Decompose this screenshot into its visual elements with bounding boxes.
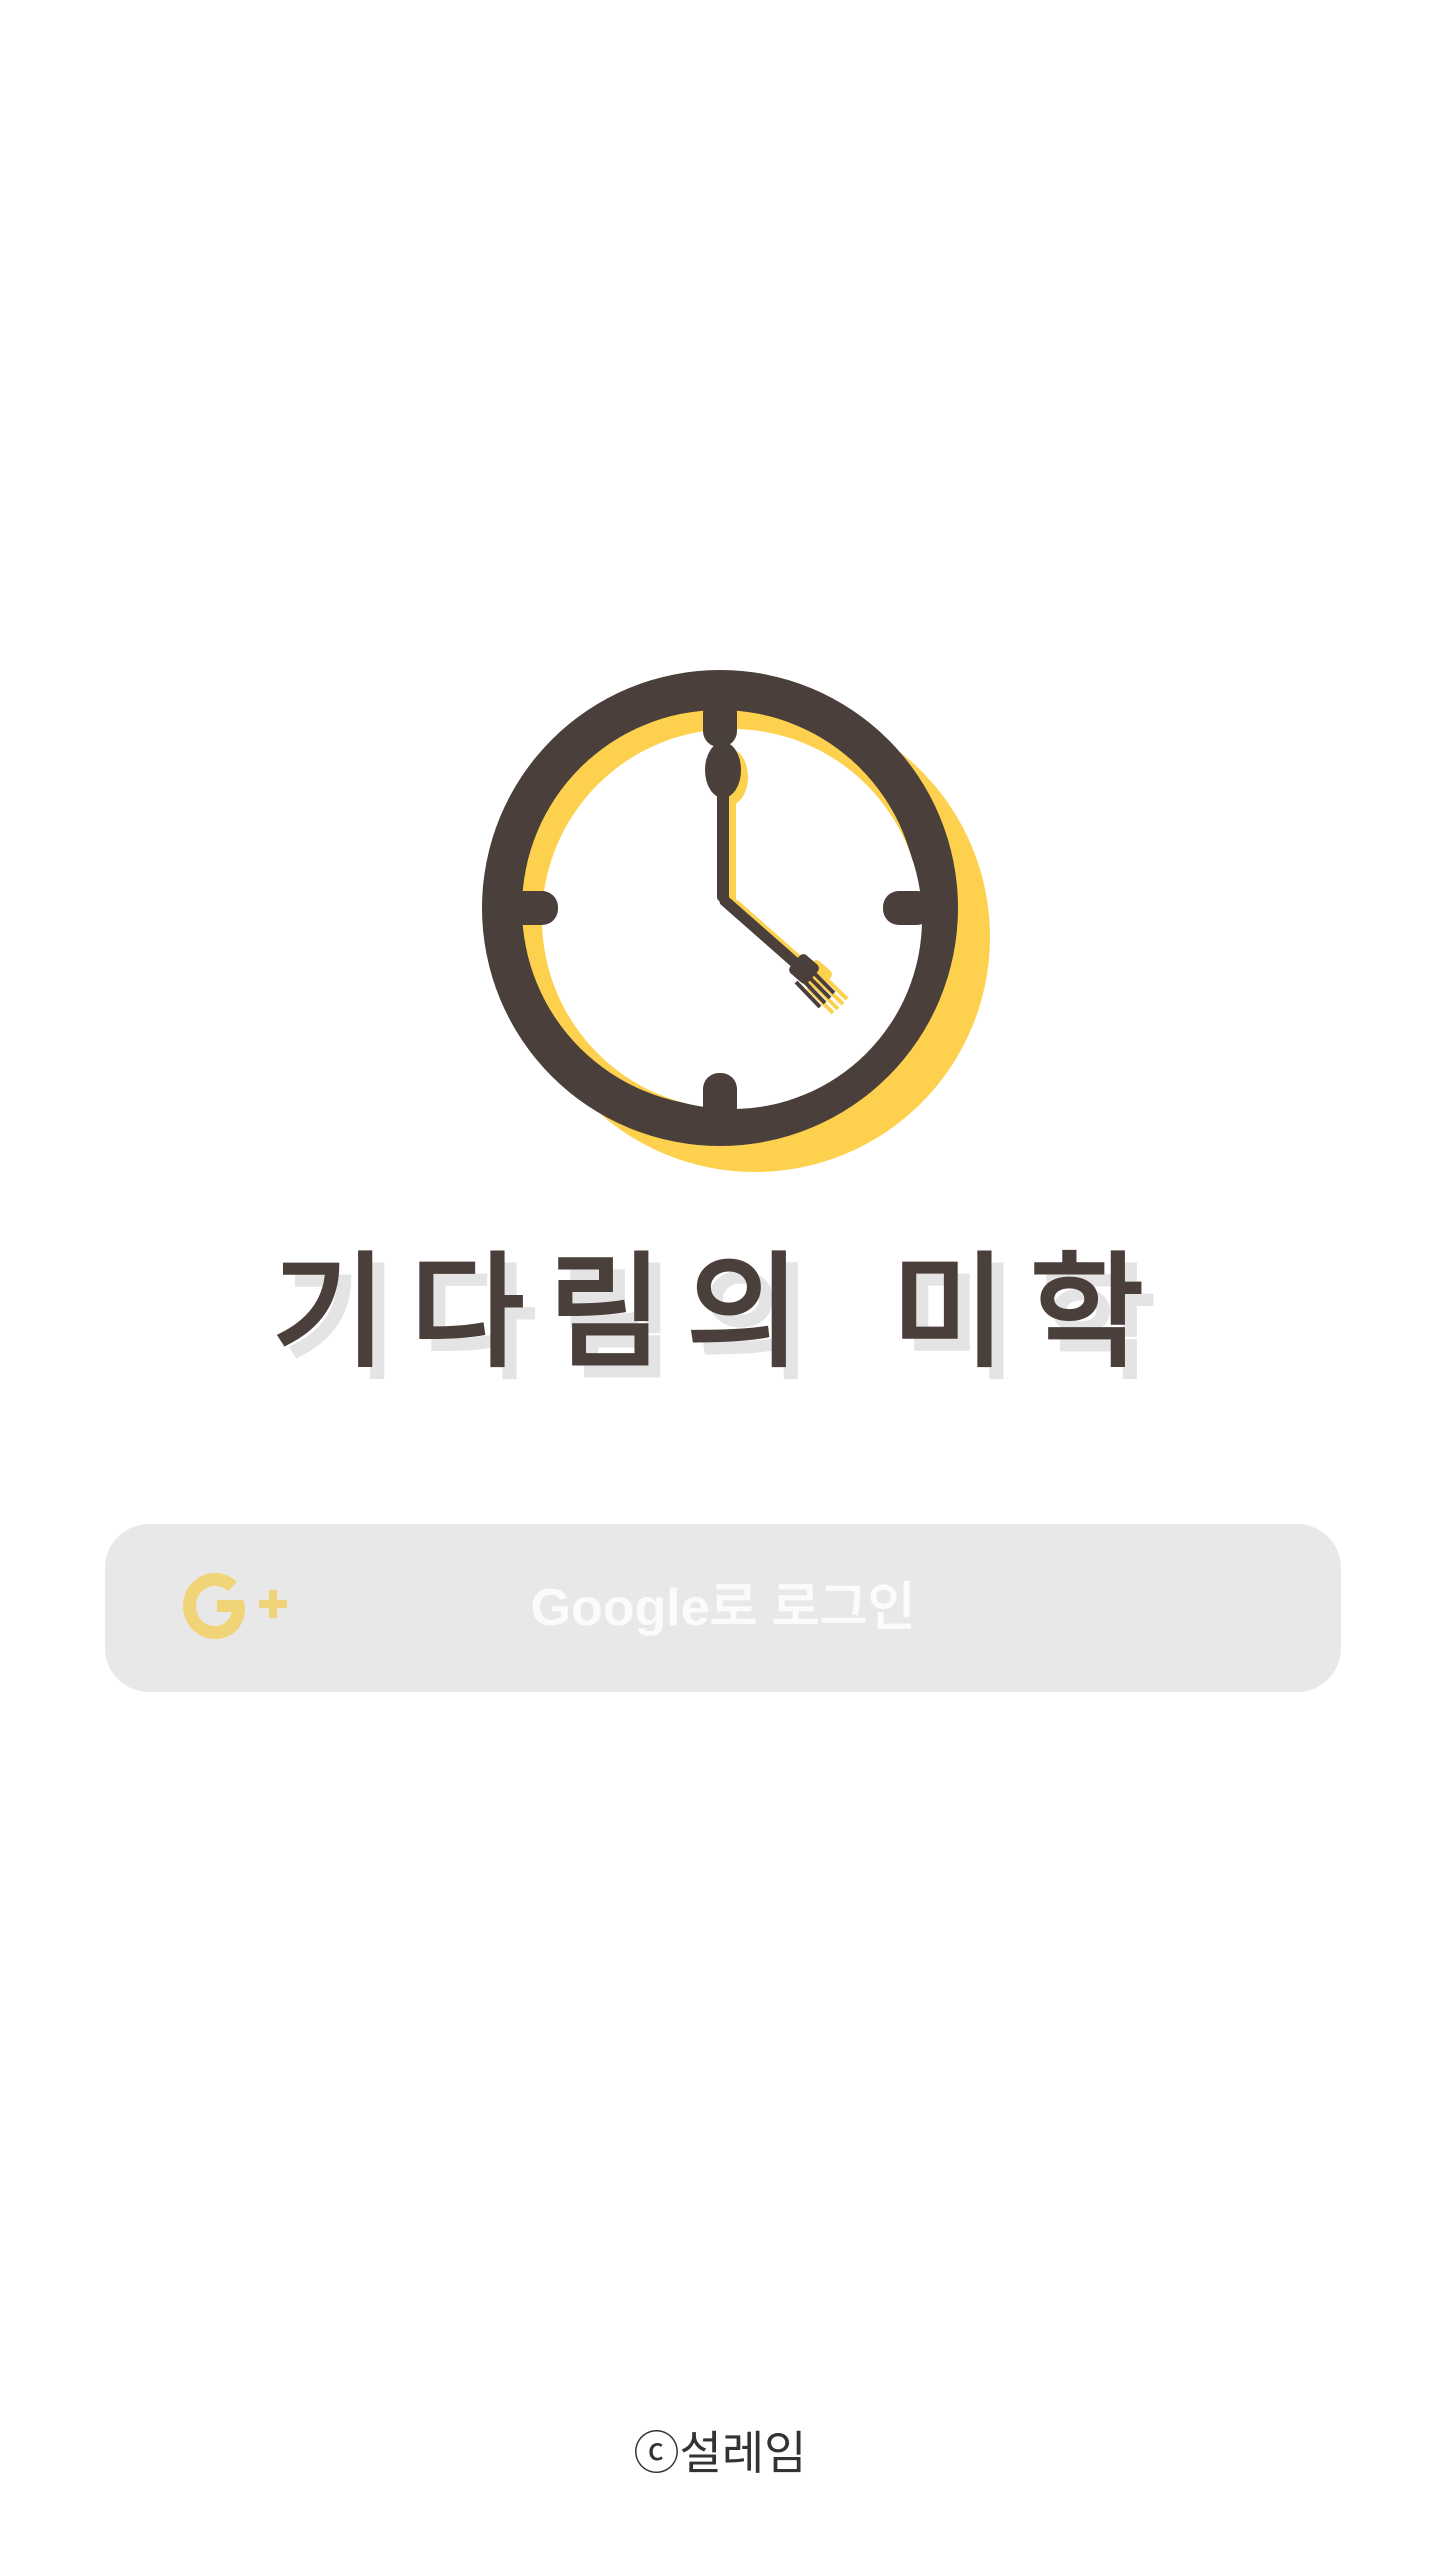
copyright-text: ⓒ설레임	[633, 2426, 807, 2480]
google-login-button[interactable]: Google로 로그인	[105, 1524, 1341, 1692]
clock-logo	[482, 670, 990, 1172]
app-title: 기다림의 미학	[272, 1241, 1168, 1385]
google-login-label: Google로 로그인	[530, 1579, 916, 1637]
